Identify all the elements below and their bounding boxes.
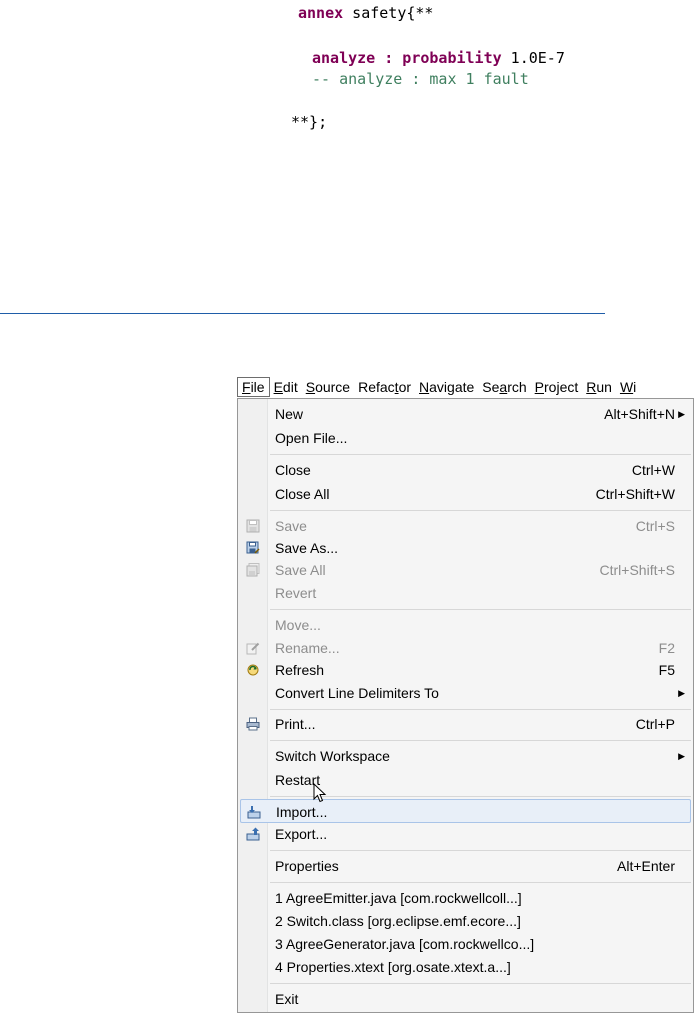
code-keyword: analyze : probability xyxy=(312,49,502,67)
menu-item-save-as[interactable]: Save As... xyxy=(240,536,691,560)
menu-item-move[interactable]: Move... xyxy=(240,613,691,637)
code-text: safety{** xyxy=(343,4,434,22)
menu-window[interactable]: Wi xyxy=(616,377,640,397)
recent-file-4[interactable]: 4 Properties.xtext [org.osate.xtext.a...… xyxy=(240,955,691,979)
code-line-4: **}; xyxy=(291,113,328,131)
menu-item-switch-workspace[interactable]: Switch Workspace ▶ xyxy=(240,744,691,768)
export-icon xyxy=(246,827,260,841)
menu-separator xyxy=(270,510,691,511)
file-menu-dropdown: New Alt+Shift+N ▶ Open File... Close Ctr… xyxy=(237,398,694,1013)
menu-source[interactable]: Source xyxy=(302,377,354,397)
save-icon xyxy=(246,519,260,533)
menu-separator xyxy=(270,454,691,455)
import-icon xyxy=(247,806,261,819)
menu-item-open-file[interactable]: Open File... xyxy=(240,426,691,450)
code-text: 1.0E-7 xyxy=(501,49,565,67)
mouse-pointer-icon xyxy=(313,783,327,803)
code-keyword: annex xyxy=(298,4,344,22)
code-comment-line: -- analyze : max 1 fault xyxy=(312,70,529,88)
menu-item-close-all[interactable]: Close All Ctrl+Shift+W xyxy=(240,482,691,506)
recent-file-2[interactable]: 2 Switch.class [org.eclipse.emf.ecore...… xyxy=(240,909,691,933)
menu-refactor[interactable]: Refactor xyxy=(354,377,415,397)
menu-item-convert-line-delimiters[interactable]: Convert Line Delimiters To ▶ xyxy=(240,681,691,705)
menu-separator xyxy=(270,740,691,741)
recent-file-3[interactable]: 3 AgreeGenerator.java [com.rockwellco...… xyxy=(240,932,691,956)
code-line-2: analyze : probability 1.0E-7 xyxy=(312,49,565,67)
menu-item-close[interactable]: Close Ctrl+W xyxy=(240,458,691,482)
menu-item-new[interactable]: New Alt+Shift+N ▶ xyxy=(240,402,691,426)
menu-run[interactable]: Run xyxy=(582,377,616,397)
rename-icon xyxy=(246,642,260,655)
menu-navigate[interactable]: Navigate xyxy=(415,377,478,397)
menu-separator xyxy=(270,983,691,984)
submenu-arrow-icon: ▶ xyxy=(678,751,685,761)
menu-bar: File Edit Source Refactor Navigate Searc… xyxy=(235,376,699,398)
menu-separator xyxy=(270,709,691,710)
menu-file[interactable]: File xyxy=(237,377,270,397)
submenu-arrow-icon: ▶ xyxy=(678,409,685,419)
menu-separator xyxy=(270,609,691,610)
recent-file-1[interactable]: 1 AgreeEmitter.java [com.rockwellcoll...… xyxy=(240,886,691,910)
save-all-icon xyxy=(246,563,260,577)
menu-project[interactable]: Project xyxy=(531,377,583,397)
menu-item-properties[interactable]: Properties Alt+Enter xyxy=(240,854,691,878)
menu-item-revert[interactable]: Revert xyxy=(240,581,691,605)
menu-item-save-all[interactable]: Save All Ctrl+Shift+S xyxy=(240,558,691,582)
code-line-1: annex safety{** xyxy=(298,4,433,22)
menu-separator xyxy=(270,796,691,797)
menu-item-rename[interactable]: Rename... F2 xyxy=(240,636,691,660)
menu-item-exit[interactable]: Exit xyxy=(240,987,691,1011)
submenu-arrow-icon: ▶ xyxy=(678,688,685,698)
menu-item-import[interactable]: Import... xyxy=(240,799,691,823)
menu-item-print[interactable]: Print... Ctrl+P xyxy=(240,712,691,736)
menu-item-export[interactable]: Export... xyxy=(240,822,691,846)
menu-item-save[interactable]: Save Ctrl+S xyxy=(240,514,691,538)
menu-edit[interactable]: Edit xyxy=(270,377,302,397)
menu-item-refresh[interactable]: Refresh F5 xyxy=(240,658,691,682)
menu-item-restart[interactable]: Restart xyxy=(240,768,691,792)
menu-separator xyxy=(270,882,691,883)
save-as-icon xyxy=(246,541,260,554)
divider-line xyxy=(0,313,605,314)
printer-icon xyxy=(246,717,260,731)
menu-separator xyxy=(270,850,691,851)
menu-search[interactable]: Search xyxy=(478,377,530,397)
refresh-icon xyxy=(247,664,259,676)
